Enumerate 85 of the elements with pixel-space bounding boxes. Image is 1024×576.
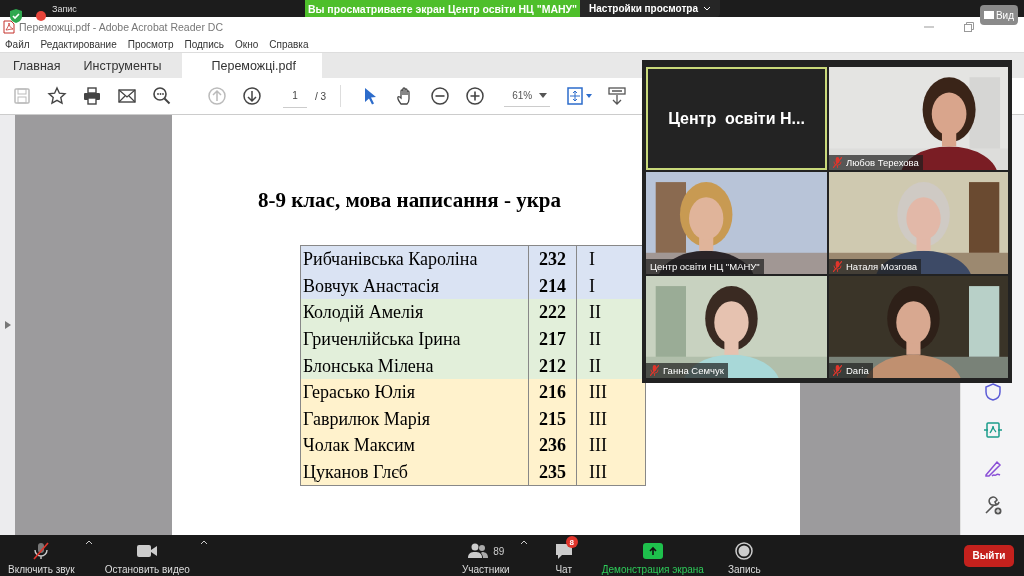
restore-icon[interactable]: [964, 21, 974, 32]
page-total: / 3: [315, 90, 327, 102]
camera-icon: [136, 543, 159, 559]
participant-name: Daria: [846, 365, 869, 376]
caret-icon: [539, 93, 548, 98]
video-button[interactable]: Остановить видео: [100, 536, 196, 575]
chat-bubble-icon: [553, 542, 574, 560]
table-cell: Гаврилюк Марія: [300, 405, 529, 433]
participants-button[interactable]: 89 Участники: [457, 536, 516, 575]
search-icon: [152, 86, 172, 106]
table-cell: III: [576, 378, 646, 406]
table-cell: Цуканов Глєб: [300, 458, 529, 486]
shield-icon: [982, 382, 1003, 402]
participant-name: Любов Терехова: [846, 157, 919, 168]
menu-item[interactable]: Просмотр: [127, 38, 174, 50]
caret-icon[interactable]: [199, 540, 208, 545]
tab[interactable]: Переможці.pdf: [181, 53, 322, 78]
share-button[interactable]: Демонстрация экрана: [597, 536, 710, 575]
table-cell: Гриченлійська Ірина: [300, 325, 529, 353]
table-cell: 236: [528, 432, 577, 459]
page-number-field[interactable]: 1: [283, 84, 307, 108]
table-cell: Чолак Максим: [300, 432, 529, 459]
participant-name: Ганна Семчук: [663, 365, 724, 376]
table-cell: Рибчанівська Кароліна: [300, 245, 529, 273]
tab[interactable]: Главная: [0, 53, 71, 78]
table-cell: 216: [528, 378, 577, 406]
menu-item[interactable]: Редактирование: [40, 38, 117, 50]
table-cell: Герасько Юлія: [300, 378, 529, 406]
table-cell: 212: [528, 352, 577, 379]
table-cell: III: [576, 432, 646, 459]
chat-badge: 8: [565, 536, 578, 548]
audio-button[interactable]: Включить звук: [4, 536, 81, 575]
table-cell: 217: [528, 325, 577, 353]
table-cell: 235: [528, 458, 577, 486]
record-icon: [735, 542, 754, 560]
table-cell: 215: [528, 405, 577, 433]
recording-label: Запис: [52, 4, 77, 14]
plus-icon: [465, 86, 486, 106]
grid-icon: [983, 11, 994, 19]
leave-button[interactable]: Выйти: [964, 544, 1014, 567]
shield-icon[interactable]: [8, 8, 24, 24]
caret-icon[interactable]: [519, 540, 528, 545]
record-dot-icon: [36, 11, 46, 21]
table-cell: Вовчук Анастасія: [300, 272, 529, 300]
participant-name: Наталя Мозгова: [846, 261, 918, 272]
fit-page-icon: [566, 86, 595, 106]
menu-item[interactable]: Файл: [5, 38, 30, 50]
participant-name: Центр освіти Н...: [668, 109, 805, 128]
document-heading: 8-9 клас, мова написання - укра: [258, 188, 562, 214]
table-cell: III: [576, 458, 646, 486]
document-icon: [982, 420, 1003, 440]
view-options-button[interactable]: Настройки просмотра: [580, 0, 720, 17]
menu-item[interactable]: Окно: [235, 38, 259, 50]
muted-mic-icon: [833, 157, 842, 168]
table-cell: 214: [528, 272, 577, 300]
table-cell: Блонська Мілена: [300, 352, 529, 379]
participant-name: Центр освіти НЦ "МАНУ": [650, 261, 760, 272]
star-icon: [47, 86, 67, 106]
muted-mic-icon: [833, 261, 842, 272]
menu-item[interactable]: Подпись: [184, 38, 225, 50]
tab[interactable]: Инструменты: [70, 53, 172, 78]
minus-icon: [430, 86, 451, 106]
menu-item[interactable]: Справка: [269, 38, 309, 50]
people-icon: [467, 543, 490, 559]
pen-icon: [982, 458, 1003, 478]
muted-mic-icon: [650, 365, 659, 376]
window-title: Переможці.pdf - Adobe Acrobat Reader DC: [19, 20, 223, 33]
table-cell: 222: [528, 299, 577, 326]
read-mode-icon: [607, 86, 628, 106]
printer-icon: [82, 86, 102, 106]
chat-button[interactable]: 8 Чат: [549, 536, 580, 575]
zoom-dropdown[interactable]: 61%: [504, 85, 551, 107]
table-cell: III: [576, 405, 646, 433]
caret-icon[interactable]: [84, 540, 93, 545]
record-button[interactable]: Запись: [723, 536, 767, 575]
muted-mic-icon: [833, 365, 842, 376]
envelope-icon: [117, 86, 137, 106]
table-cell: Колодій Амелія: [300, 299, 529, 326]
share-screen-icon: [642, 543, 663, 559]
expand-arrow-icon[interactable]: [4, 321, 11, 329]
table-cell: 232: [528, 245, 577, 273]
caret-icon: [702, 6, 711, 11]
export-tool-button[interactable]: [981, 419, 1004, 441]
muted-microphone-icon: [31, 541, 52, 561]
sharing-banner: Вы просматриваете экран Центр освіти НЦ "МАНУ": [305, 0, 580, 17]
